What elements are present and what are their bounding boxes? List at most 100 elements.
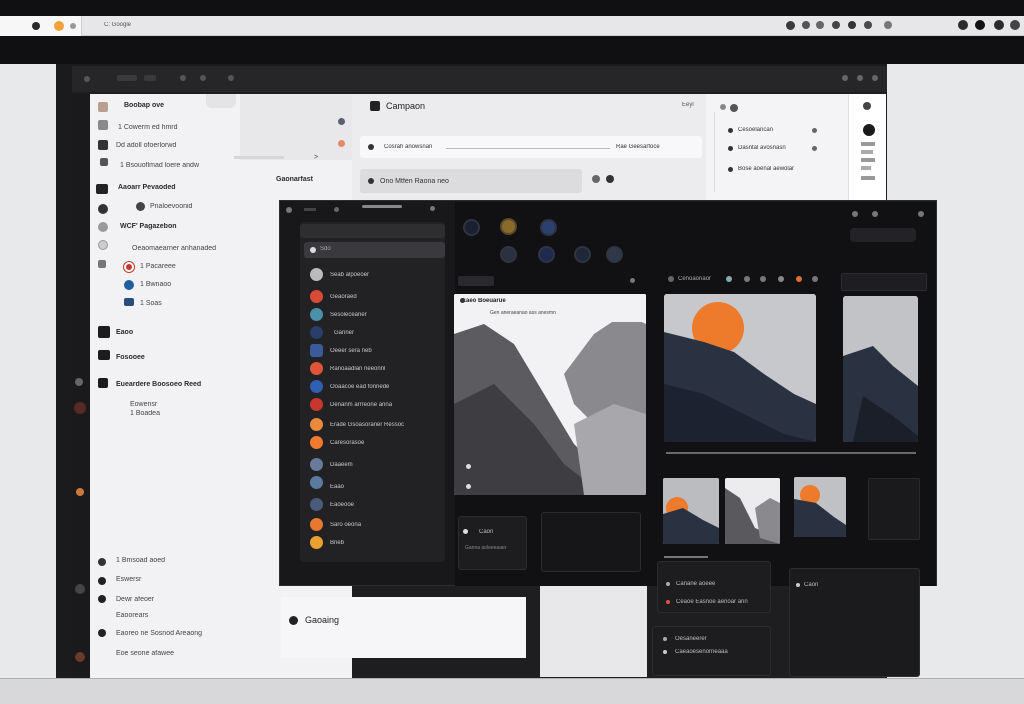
back-ctrl-icon-5[interactable] <box>842 75 848 81</box>
back-ctrl-icon-2[interactable] <box>180 75 186 81</box>
list-item[interactable]: Oeeer sera neb <box>330 348 440 354</box>
circle-button-4[interactable] <box>500 246 517 263</box>
mountain-tall-image[interactable] <box>843 296 918 442</box>
list-item[interactable]: Ganner <box>334 330 444 336</box>
thumb-3[interactable] <box>794 477 846 537</box>
rail-icon-1[interactable] <box>75 378 83 386</box>
sidebar-item[interactable]: Fosooee <box>116 354 216 361</box>
back-ctrl-icon-4[interactable] <box>228 75 234 81</box>
back-close-icon[interactable] <box>872 75 878 81</box>
circle-button-7[interactable] <box>606 246 623 263</box>
tabbar-ext-icon-2[interactable] <box>802 21 810 29</box>
front-win-icon-2[interactable] <box>872 211 878 217</box>
list-item[interactable]: Erade Gsoasoraner Ressoc <box>330 422 440 428</box>
sidebar-nav-arrow[interactable]: > <box>314 154 334 161</box>
toolbar-icon-5[interactable] <box>778 276 784 282</box>
image-play-icon[interactable] <box>466 464 471 469</box>
toolbar-icon[interactable] <box>668 276 674 282</box>
bottom-card[interactable]: Gaoaing <box>281 597 526 658</box>
list-item[interactable]: Caresorasoe <box>330 440 440 446</box>
sidebar-item[interactable]: 1 Cowerm ed hmrd <box>118 124 238 131</box>
list-item[interactable]: Sesoleceaner <box>330 312 440 318</box>
thumb-2[interactable] <box>725 478 780 544</box>
sidebar-item[interactable]: Dd adoll ofoerlorwd <box>116 142 236 149</box>
more2-icon[interactable] <box>1010 20 1020 30</box>
front-ctrl-icon[interactable] <box>286 207 292 213</box>
tabbar-ext-icon-3[interactable] <box>816 21 824 29</box>
list-item[interactable]: Daaeem <box>330 462 440 468</box>
circle-button-5[interactable] <box>538 246 555 263</box>
back-ctrl-icon-6[interactable] <box>857 75 863 81</box>
toolbar-icon-7[interactable] <box>812 276 818 282</box>
sidebar-item[interactable]: Eaoreo ne Sosnod Areaong <box>116 630 246 637</box>
back-ctrl-icon-1[interactable] <box>84 76 90 82</box>
row-action-icon-2[interactable] <box>606 175 614 183</box>
sidebar-item[interactable]: Aaoarr Pevaoded <box>118 184 238 191</box>
circle-button-3[interactable] <box>540 219 557 236</box>
list-item[interactable]: Eaoeooe <box>330 502 440 508</box>
sidebar-item[interactable]: 1 Bsouoflmad loere andw <box>120 162 240 169</box>
sidebar-item[interactable]: 1 Pacareee <box>140 263 240 270</box>
rail-icon-5[interactable] <box>75 652 85 662</box>
toolbar-icon-2[interactable] <box>726 276 732 282</box>
tabbar-ext-icon-6[interactable] <box>864 21 872 29</box>
rail-icon-3[interactable] <box>76 488 84 496</box>
list-item[interactable]: Eaao <box>330 484 440 490</box>
media-tab[interactable] <box>458 276 494 286</box>
right-item[interactable]: Cesoelancan <box>738 127 808 133</box>
thumb-1[interactable] <box>663 478 719 544</box>
detail-card-3[interactable]: Caon <box>789 568 920 677</box>
detail-card-1[interactable]: Canane aoeee Ceaoe Easnoe aenoar ann <box>657 561 771 613</box>
back-ctrl-icon-3[interactable] <box>200 75 206 81</box>
front-ctrl-icon-3[interactable] <box>430 206 435 211</box>
back-toolbar-button-2[interactable] <box>144 75 156 81</box>
back-toolbar-button-1[interactable] <box>117 75 137 81</box>
more-icon[interactable] <box>994 20 1004 30</box>
list-item[interactable]: Bneb <box>330 540 440 546</box>
toolbar-icon-6[interactable] <box>796 276 802 282</box>
menu-icon[interactable] <box>975 20 985 30</box>
sidebar-item[interactable]: Oeaomaearner anhanaded <box>132 245 252 252</box>
circle-button-2[interactable] <box>500 218 517 235</box>
list-item[interactable]: Denanm arrreone anna <box>330 402 440 408</box>
sidebar-item[interactable]: Eoe seone afawee <box>116 650 236 657</box>
row-action-icon[interactable] <box>592 175 600 183</box>
tabbar-ext-icon-4[interactable] <box>832 21 840 29</box>
sidebar-item[interactable]: 1 Boadea <box>130 410 230 417</box>
sidebar-item[interactable]: Eswersr <box>116 576 216 583</box>
sidebar-item[interactable]: Eowensr <box>130 401 230 408</box>
rail-icon-2[interactable] <box>74 402 86 414</box>
tabbar-ext-icon-1[interactable] <box>786 21 795 30</box>
sidebar-item[interactable]: Dewr afeoer <box>116 596 216 603</box>
scroll-icon-1[interactable] <box>863 102 871 110</box>
scroll-icon-2[interactable] <box>863 124 875 136</box>
toolbar-icon-4[interactable] <box>760 276 766 282</box>
right-item[interactable]: Bose aoenal aewolar <box>738 166 818 172</box>
media-tab-icon[interactable] <box>630 278 635 283</box>
progress-line[interactable] <box>666 452 916 454</box>
front-win-icon-3[interactable] <box>918 211 924 217</box>
mountain-sunset-image[interactable] <box>664 294 816 442</box>
right-item[interactable]: Dasntal avosnasn <box>738 145 808 151</box>
list-item[interactable]: Ranoaadlan neeonnl <box>330 366 440 372</box>
thumb-4[interactable] <box>868 478 920 540</box>
mini-card[interactable]: Caon Ganna aoleeeaaer <box>458 516 527 570</box>
list-search-input[interactable]: Sdo <box>304 242 445 258</box>
circle-button-6[interactable] <box>574 246 591 263</box>
circle-button-1[interactable] <box>463 219 480 236</box>
sidebar-item[interactable]: 1 Bmsoad aoed <box>116 557 216 564</box>
list-item[interactable]: Ooaacoe ead fonnede <box>330 384 440 390</box>
sidebar-item[interactable]: 1 Bwnaoo <box>140 281 240 288</box>
list-item[interactable]: Saro oeona <box>330 522 440 528</box>
front-toolbar-item[interactable] <box>304 208 316 211</box>
front-search-pill[interactable] <box>850 228 916 242</box>
sidebar-item[interactable]: 1 Soas <box>140 300 240 307</box>
list-item[interactable]: Seab alpoeoer <box>330 272 440 278</box>
front-win-icon-1[interactable] <box>852 211 858 217</box>
rail-icon-4[interactable] <box>75 584 85 594</box>
detail-card-2[interactable]: Oesaneerer Caeaoesenorneaaa <box>652 626 771 676</box>
sidebar-item[interactable]: Eaoorears <box>116 612 216 619</box>
dark-tab[interactable] <box>841 273 927 291</box>
front-ctrl-icon-2[interactable] <box>334 207 339 212</box>
sidebar-item[interactable]: Eueardere Boosoeo Reed <box>116 381 246 388</box>
